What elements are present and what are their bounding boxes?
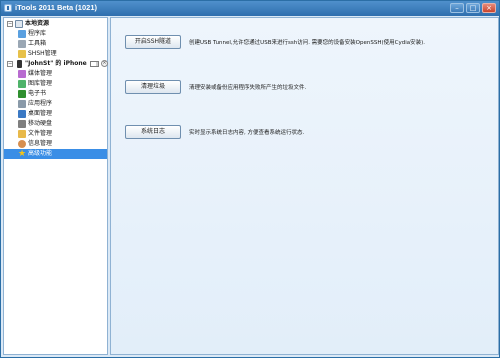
sidebar-item-info[interactable]: 信息管理 — [4, 139, 107, 149]
folder-icon — [18, 130, 26, 138]
contacts-icon — [18, 140, 26, 148]
sidebar-item-label: 程序库 — [28, 30, 47, 37]
action-row-clean: 清理垃圾 清理安装或备份应用程序失败所产生的垃圾文件. — [125, 80, 306, 94]
sidebar-item-photos[interactable]: 图库管理 — [4, 79, 107, 89]
action-description: 创建USB Tunnel,允许您通过USB来进行ssh访问. 需要您的设备安装O… — [189, 40, 426, 46]
media-icon — [18, 70, 26, 78]
iphone-icon — [17, 60, 22, 68]
toolbox-icon — [18, 40, 26, 48]
sidebar-item-label: SHSH管理 — [28, 50, 57, 57]
sidebar-tree: − 本地资源 程序库 工具箱 SHSH管理 − "JohnSt" 的 iPhon… — [3, 17, 108, 355]
sidebar-item-disk[interactable]: 移动硬盘 — [4, 119, 107, 129]
sidebar-item-media[interactable]: 媒体管理 — [4, 69, 107, 79]
app-window: iTools 2011 Beta (1021) – □ × − 本地资源 程序库… — [0, 0, 500, 358]
sidebar-item-label: 电子书 — [28, 90, 47, 97]
sidebar-item-label: 移动硬盘 — [28, 120, 53, 127]
sidebar-item-label: 应用程序 — [28, 100, 53, 107]
ssh-tunnel-button[interactable]: 开启SSH隧道 — [125, 35, 181, 49]
sidebar-item-label: 高级功能 — [28, 150, 53, 157]
sidebar-item-label: 信息管理 — [28, 140, 53, 147]
computer-icon — [15, 20, 23, 28]
minimize-button[interactable]: – — [450, 3, 464, 13]
sidebar-item-files[interactable]: 文件管理 — [4, 129, 107, 139]
eject-icon[interactable]: × — [101, 60, 108, 67]
photo-icon — [18, 80, 26, 88]
title-bar[interactable]: iTools 2011 Beta (1021) – □ × — [1, 1, 499, 16]
action-description: 实时显示系统日志内容, 方便查看系统运行状态. — [189, 130, 305, 136]
sidebar-item-label: 文件管理 — [28, 130, 53, 137]
sidebar-item-label: 图库管理 — [28, 80, 53, 87]
collapse-toggle[interactable]: − — [7, 61, 13, 67]
close-button[interactable]: × — [482, 3, 496, 13]
advanced-features-panel: 开启SSH隧道 创建USB Tunnel,允许您通过USB来进行ssh访问. 需… — [110, 17, 499, 355]
sidebar-item-toolbox[interactable]: 工具箱 — [4, 39, 107, 49]
sidebar-item-apps[interactable]: 应用程序 — [4, 99, 107, 109]
action-row-syslog: 系统日志 实时显示系统日志内容, 方便查看系统运行状态. — [125, 125, 304, 139]
window-title: iTools 2011 Beta (1021) — [15, 3, 97, 12]
action-description: 清理安装或备份应用程序失败所产生的垃圾文件. — [189, 85, 307, 91]
tree-group-device[interactable]: − "JohnSt" 的 iPhone × — [4, 59, 108, 69]
clean-junk-button[interactable]: 清理垃圾 — [125, 80, 181, 94]
tree-group-local-resources[interactable]: − 本地资源 — [4, 19, 107, 29]
app-library-icon — [18, 30, 26, 38]
sidebar-item-label: 媒体管理 — [28, 70, 53, 77]
window-controls: – □ × — [450, 3, 496, 13]
shsh-icon — [18, 50, 26, 58]
ebook-icon — [18, 90, 26, 98]
apps-icon — [18, 100, 26, 108]
group-label: 本地资源 — [25, 20, 50, 27]
disk-icon — [18, 120, 26, 128]
action-row-ssh: 开启SSH隧道 创建USB Tunnel,允许您通过USB来进行ssh访问. 需… — [125, 35, 425, 49]
sidebar-item-app-library[interactable]: 程序库 — [4, 29, 107, 39]
sidebar-item-shsh[interactable]: SHSH管理 — [4, 49, 107, 59]
sidebar-item-desktop[interactable]: 桌面管理 — [4, 109, 107, 119]
sidebar-item-advanced[interactable]: ★ 高级功能 — [4, 149, 107, 159]
star-icon: ★ — [18, 149, 27, 159]
maximize-button[interactable]: □ — [466, 3, 480, 13]
desktop-icon — [18, 110, 26, 118]
collapse-toggle[interactable]: − — [7, 21, 13, 27]
app-logo-icon — [4, 4, 12, 12]
battery-icon — [90, 61, 99, 67]
sidebar-item-label: 桌面管理 — [28, 110, 53, 117]
system-log-button[interactable]: 系统日志 — [125, 125, 181, 139]
sidebar-item-ebooks[interactable]: 电子书 — [4, 89, 107, 99]
device-name: "JohnSt" 的 iPhone — [25, 60, 87, 67]
sidebar-item-label: 工具箱 — [28, 40, 47, 47]
